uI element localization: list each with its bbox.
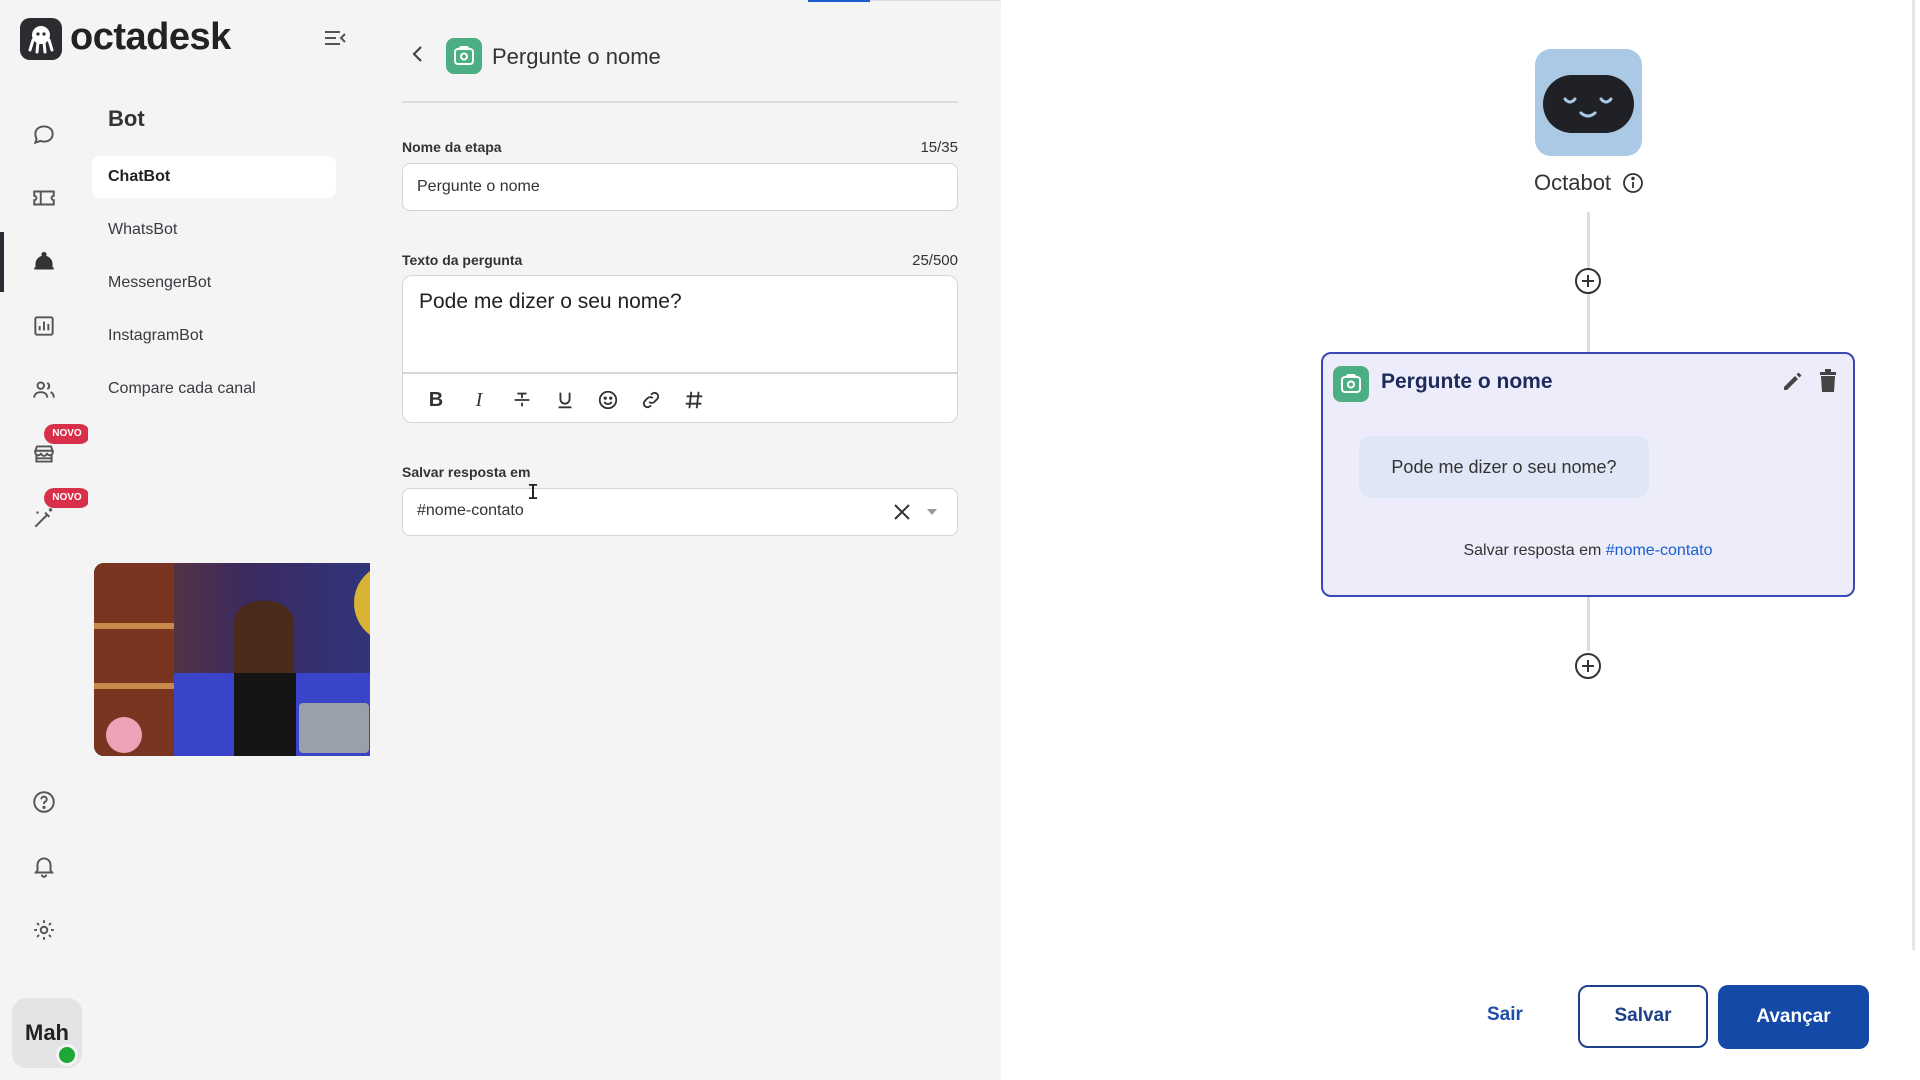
- save-response-select[interactable]: #nome-contato: [402, 488, 958, 536]
- submenu-item-chatbot[interactable]: ChatBot: [92, 156, 336, 198]
- question-text-value[interactable]: Pode me dizer o seu nome?: [419, 290, 682, 314]
- emoji-icon[interactable]: [593, 386, 623, 414]
- ticket-icon[interactable]: [22, 178, 66, 218]
- octabot-avatar[interactable]: [1535, 49, 1642, 156]
- toolbar-divider: [403, 372, 957, 374]
- next-button[interactable]: Avançar: [1718, 985, 1869, 1049]
- bold-icon[interactable]: B: [421, 386, 451, 414]
- exit-button[interactable]: Sair: [1487, 1004, 1523, 1026]
- left-rail: NOVO NOVO Mah: [0, 0, 90, 1080]
- new-badge: NOVO: [44, 424, 90, 444]
- reports-icon[interactable]: [22, 306, 66, 346]
- node-title: Pergunte o nome: [1381, 370, 1553, 393]
- active-indicator: [0, 232, 4, 292]
- bot-submenu: Bot ChatBot WhatsBot MessengerBot Instag…: [88, 0, 441, 1080]
- octadesk-logo-icon: [20, 18, 62, 60]
- octabot-face: [1543, 75, 1634, 133]
- clear-icon[interactable]: [891, 501, 913, 523]
- contacts-icon[interactable]: [22, 370, 66, 410]
- back-chevron-icon[interactable]: [406, 42, 430, 66]
- help-icon[interactable]: [22, 782, 66, 822]
- pencil-icon[interactable]: [1780, 368, 1806, 394]
- hashtag-icon[interactable]: [679, 386, 709, 414]
- chevron-down-icon[interactable]: [927, 509, 937, 515]
- question-step-icon: [446, 38, 482, 74]
- node-message-bubble: Pode me dizer o seu nome?: [1359, 436, 1649, 498]
- new-badge: NOVO: [44, 488, 90, 508]
- bot-icon[interactable]: [22, 242, 66, 282]
- strikethrough-icon[interactable]: [507, 386, 537, 414]
- online-status-dot: [56, 1044, 78, 1066]
- question-step-node[interactable]: Pergunte o nome Pode me dizer o seu nome…: [1321, 352, 1855, 597]
- flow-canvas: Octabot Pergunte o nome Pode me dizer o …: [1001, 0, 1920, 1080]
- chat-icon[interactable]: [22, 114, 66, 154]
- trash-icon[interactable]: [1817, 368, 1839, 394]
- node-save-variable[interactable]: #nome-contato: [1606, 542, 1713, 559]
- step-editor-panel: Pergunte o nome Nome da etapa 15/35 Perg…: [370, 0, 1001, 1080]
- flow-connector: [1587, 597, 1590, 651]
- save-response-value[interactable]: #nome-contato: [417, 502, 524, 520]
- underline-icon[interactable]: [550, 386, 580, 414]
- question-text-counter: 25/500: [912, 252, 958, 269]
- collapse-menu-icon[interactable]: [322, 26, 348, 50]
- node-save-response: Salvar resposta em #nome-contato: [1323, 542, 1853, 560]
- brand-header: octadesk: [0, 0, 370, 80]
- node-save-prefix: Salvar resposta em: [1463, 542, 1602, 559]
- submenu-item-instagrambot[interactable]: InstagramBot: [92, 315, 336, 357]
- gear-icon[interactable]: [22, 910, 66, 950]
- vertical-scrollbar[interactable]: [1912, 0, 1915, 950]
- step-name-label: Nome da etapa: [402, 139, 502, 155]
- info-icon[interactable]: [1621, 171, 1645, 195]
- brand-name: octadesk: [70, 16, 231, 58]
- submenu-item-whatsbot[interactable]: WhatsBot: [92, 209, 336, 251]
- submenu-title: Bot: [108, 106, 145, 131]
- question-text-editor[interactable]: Pode me dizer o seu nome? B I: [402, 275, 958, 423]
- step-name-counter: 15/35: [920, 139, 958, 156]
- question-step-icon: [1333, 366, 1369, 402]
- save-button[interactable]: Salvar: [1578, 985, 1708, 1048]
- step-title: Pergunte o nome: [492, 44, 661, 69]
- question-text-label: Texto da pergunta: [402, 252, 523, 268]
- top-progress-bar: [808, 0, 870, 2]
- add-step-icon[interactable]: [1573, 651, 1603, 681]
- add-step-icon[interactable]: [1573, 266, 1603, 296]
- bell-icon[interactable]: [22, 846, 66, 886]
- bot-name: Octabot: [1534, 170, 1612, 195]
- italic-icon[interactable]: I: [464, 386, 494, 414]
- text-cursor-icon: I: [527, 480, 540, 504]
- link-icon[interactable]: [636, 386, 666, 414]
- divider: [402, 101, 958, 103]
- submenu-item-compare-channels[interactable]: Compare cada canal: [92, 368, 336, 410]
- save-response-label: Salvar resposta em: [402, 464, 531, 480]
- step-name-input[interactable]: Pergunte o nome: [402, 163, 958, 211]
- submenu-item-messengerbot[interactable]: MessengerBot: [92, 262, 336, 304]
